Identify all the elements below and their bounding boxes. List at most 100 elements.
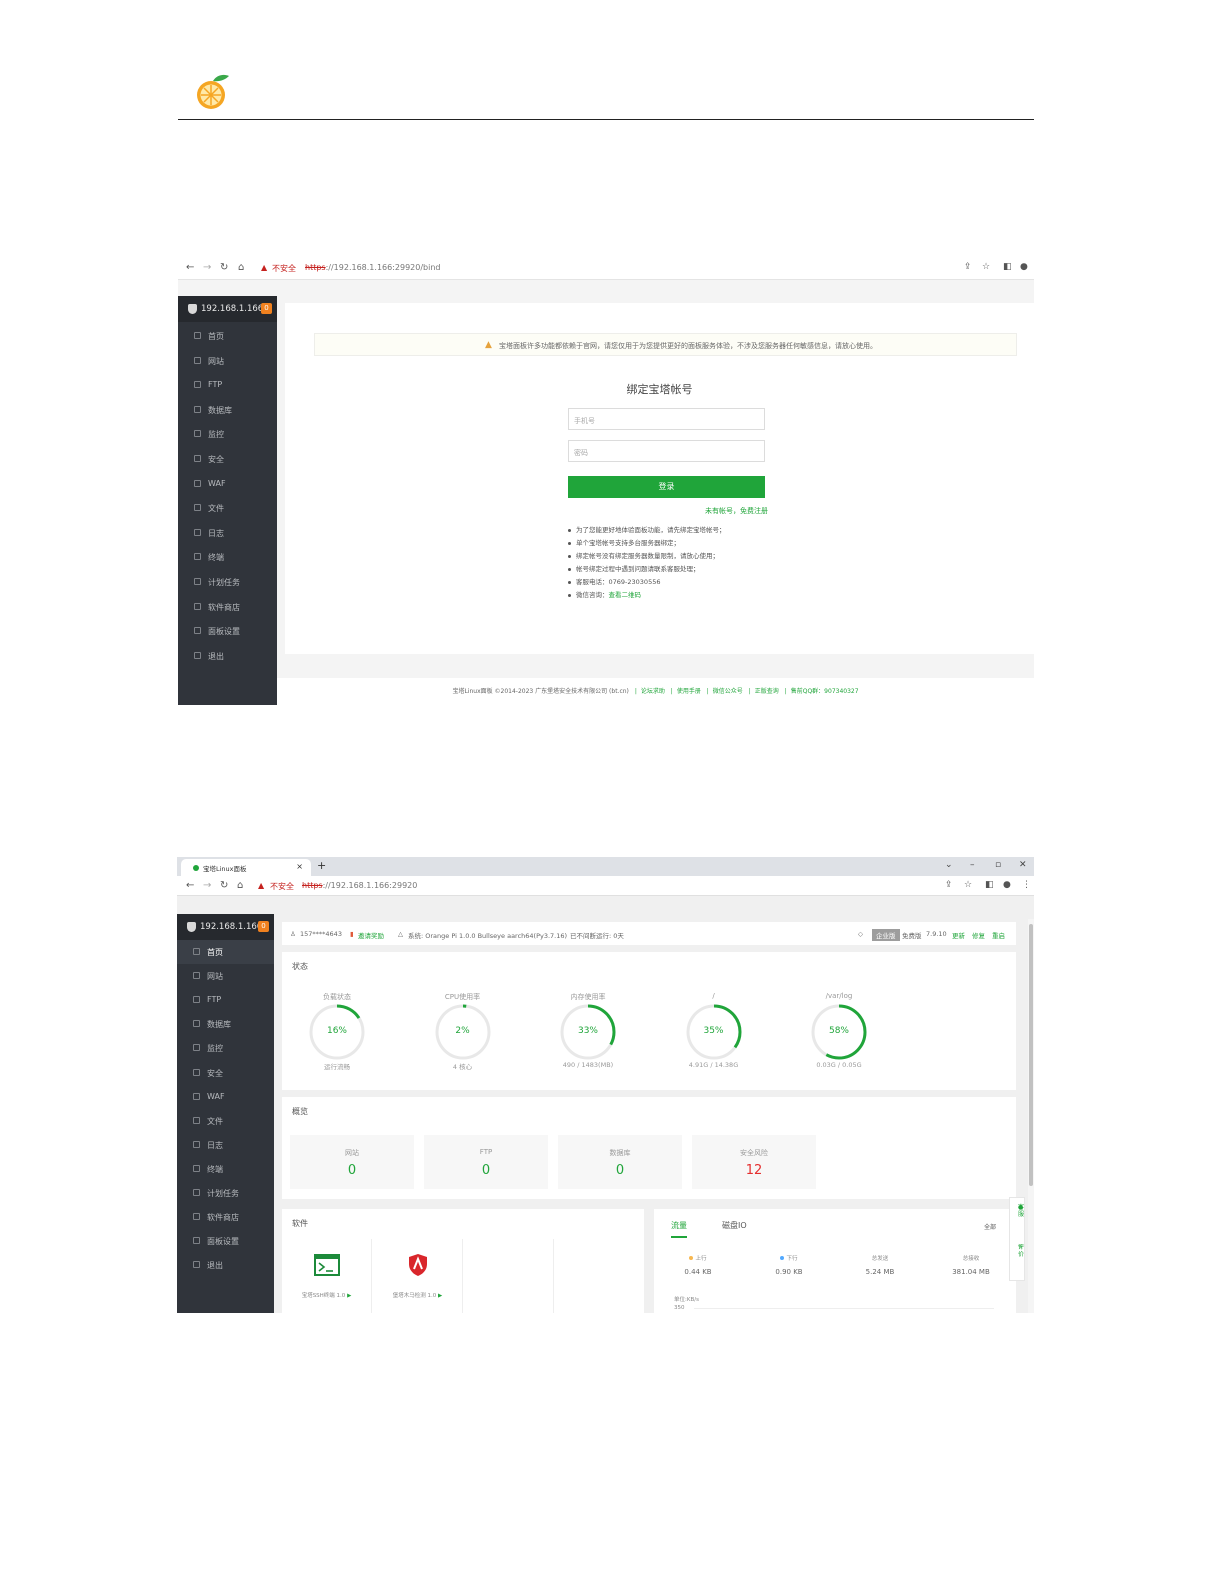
sidebar-item-databases[interactable]: 数据库 — [178, 398, 277, 422]
overview-ftp[interactable]: FTP 0 — [424, 1135, 548, 1189]
invite-reward-link[interactable]: 邀请奖励 — [358, 930, 384, 940]
interface-select[interactable]: 全部 — [984, 1222, 996, 1231]
software-item-ssh[interactable]: 宝塔SSH终端 1.0 ▶ — [282, 1239, 372, 1313]
sidebar-item-cron[interactable]: 计划任务 — [178, 570, 277, 594]
footer: 宝塔Linux面板 ©2014-2023 广东堡塔安全技术有限公司 (bt.cn… — [277, 678, 1034, 705]
insecure-label[interactable]: 不安全 — [272, 263, 296, 274]
sidebar-item-logs[interactable]: 日志 — [177, 1133, 274, 1157]
sidebar-item-home[interactable]: 首页 — [177, 940, 274, 964]
side-panel-icon[interactable]: ◧ — [985, 880, 994, 890]
sidebar-item-databases[interactable]: 数据库 — [177, 1012, 274, 1036]
repair-link[interactable]: 修复 — [972, 930, 985, 940]
sidebar-item-cron[interactable]: 计划任务 — [177, 1181, 274, 1205]
new-tab-icon[interactable]: + — [317, 859, 326, 872]
sidebar-item-logs[interactable]: 日志 — [178, 521, 277, 545]
gauge-load[interactable]: 负载状态 16% 运行流畅 — [282, 968, 392, 1071]
profile-icon[interactable]: ● — [1020, 262, 1028, 272]
overview-security-risk[interactable]: 安全风险 12 — [692, 1135, 816, 1189]
sidebar-item-websites[interactable]: 网站 — [177, 964, 274, 988]
tab-disk-io[interactable]: 磁盘IO — [722, 1220, 747, 1231]
sidebar-item-ftp[interactable]: FTP — [177, 988, 274, 1012]
notice-text: 宝塔面板许多功能都依赖于官网，请您仅用于为您提供更好的面板服务体验，不涉及您服务… — [499, 342, 877, 350]
minimize-icon[interactable]: – — [970, 860, 975, 870]
sidebar-item-monitor[interactable]: 监控 — [177, 1036, 274, 1060]
register-link[interactable]: 未有帐号，免费注册 — [705, 506, 768, 516]
forward-icon[interactable]: → — [203, 880, 211, 891]
sidebar-item-logout[interactable]: 退出 — [178, 644, 277, 668]
chevron-down-icon[interactable]: ⌄ — [945, 860, 953, 870]
waf-icon — [193, 1092, 200, 1100]
url-text[interactable]: https://192.168.1.166:29920 — [302, 881, 417, 890]
footer-link-wechat[interactable]: 微信公众号 — [713, 688, 743, 695]
reload-icon[interactable]: ↻ — [220, 880, 228, 891]
notification-badge[interactable]: 0 — [258, 921, 269, 932]
url-text[interactable]: https://192.168.1.166:29920/bind — [305, 263, 441, 272]
sidebar-item-ftp[interactable]: FTP — [178, 373, 277, 397]
phone-input[interactable]: 手机号 — [568, 408, 765, 430]
sidebar-item-panel-settings[interactable]: 面板设置 — [177, 1229, 274, 1253]
user-account[interactable]: 157****4643 — [300, 930, 342, 938]
notification-badge[interactable]: 0 — [261, 303, 272, 314]
home-icon[interactable]: ⌂ — [237, 880, 243, 891]
sidebar-item-security[interactable]: 安全 — [178, 447, 277, 471]
home-icon[interactable]: ⌂ — [238, 262, 244, 273]
back-icon[interactable]: ← — [186, 880, 194, 891]
sidebar-item-waf[interactable]: WAF — [177, 1085, 274, 1109]
browser-tab[interactable]: 宝塔Linux面板 × — [181, 859, 311, 876]
sidebar-item-app-store[interactable]: 软件商店 — [178, 595, 277, 619]
sidebar-item-home[interactable]: 首页 — [178, 324, 277, 348]
restart-link[interactable]: 重启 — [992, 930, 1005, 940]
side-panel-icon[interactable]: ◧ — [1003, 262, 1012, 272]
sidebar-item-monitor[interactable]: 监控 — [178, 422, 277, 446]
files-icon — [193, 1116, 200, 1124]
bookmark-star-icon[interactable]: ☆ — [982, 262, 990, 272]
stat-value: 0.44 KB — [684, 1268, 712, 1276]
qrcode-link[interactable]: 查看二维码 — [609, 591, 642, 599]
more-menu-icon[interactable]: ⋮ — [1022, 880, 1031, 890]
forward-icon[interactable]: → — [203, 262, 211, 273]
sidebar-item-terminal[interactable]: 终端 — [177, 1157, 274, 1181]
scrollbar[interactable] — [1028, 919, 1034, 1313]
share-icon[interactable]: ⇪ — [964, 262, 972, 272]
reload-icon[interactable]: ↻ — [220, 262, 228, 273]
sidebar-item-app-store[interactable]: 软件商店 — [177, 1205, 274, 1229]
profile-icon[interactable]: ● — [1003, 880, 1011, 890]
tab-traffic[interactable]: 流量 — [671, 1220, 687, 1231]
password-input[interactable]: 密码 — [568, 440, 765, 462]
warning-icon: ▲ — [258, 881, 265, 890]
footer-link-license[interactable]: 正版查询 — [755, 688, 779, 695]
edition-pill[interactable]: 企业版 — [872, 929, 900, 941]
security-icon — [194, 455, 201, 462]
update-link[interactable]: 更新 — [952, 930, 965, 940]
sidebar-item-logout[interactable]: 退出 — [177, 1253, 274, 1277]
back-icon[interactable]: ← — [186, 262, 194, 273]
close-tab-icon[interactable]: × — [296, 862, 303, 871]
scrollbar-thumb[interactable] — [1029, 924, 1033, 1186]
sidebar-item-label: 监控 — [207, 1044, 223, 1054]
software-item-trojan-scan[interactable]: 堡塔木马检测 1.0 ▶ — [373, 1239, 463, 1313]
sidebar-item-panel-settings[interactable]: 面板设置 — [178, 619, 277, 643]
gauge-cpu[interactable]: CPU使用率 2% 4 核心 — [408, 968, 518, 1071]
share-icon[interactable]: ⇪ — [945, 880, 953, 890]
footer-link-manual[interactable]: 使用手册 — [677, 688, 701, 695]
gauge-memory[interactable]: 内存使用率 33% 490 / 1483(MB) — [533, 968, 643, 1069]
sidebar-item-terminal[interactable]: 终端 — [178, 545, 277, 569]
gauge-disk-varlog[interactable]: /var/log 58% 0.03G / 0.05G — [784, 968, 894, 1069]
footer-link-forum[interactable]: 论坛求助 — [641, 688, 665, 695]
sidebar-item-websites[interactable]: 网站 — [178, 349, 277, 373]
gauge-disk-root[interactable]: / 35% 4.91G / 14.38G — [659, 968, 769, 1069]
bookmark-star-icon[interactable]: ☆ — [964, 880, 972, 890]
sidebar-item-waf[interactable]: WAF — [178, 472, 277, 496]
sidebar-item-files[interactable]: 文件 — [178, 496, 277, 520]
close-window-icon[interactable]: ✕ — [1019, 860, 1027, 870]
logs-icon — [194, 528, 201, 536]
footer-link-qq[interactable]: 售前QQ群：907340327 — [791, 688, 859, 695]
login-button[interactable]: 登录 — [568, 476, 765, 498]
overview-databases[interactable]: 数据库 0 — [558, 1135, 682, 1189]
sidebar-item-security[interactable]: 安全 — [177, 1061, 274, 1085]
overview-websites[interactable]: 网站 0 — [290, 1135, 414, 1189]
maximize-icon[interactable]: ▫ — [995, 860, 1001, 870]
insecure-label[interactable]: 不安全 — [270, 881, 294, 892]
app-store-icon — [194, 602, 201, 610]
sidebar-item-files[interactable]: 文件 — [177, 1109, 274, 1133]
